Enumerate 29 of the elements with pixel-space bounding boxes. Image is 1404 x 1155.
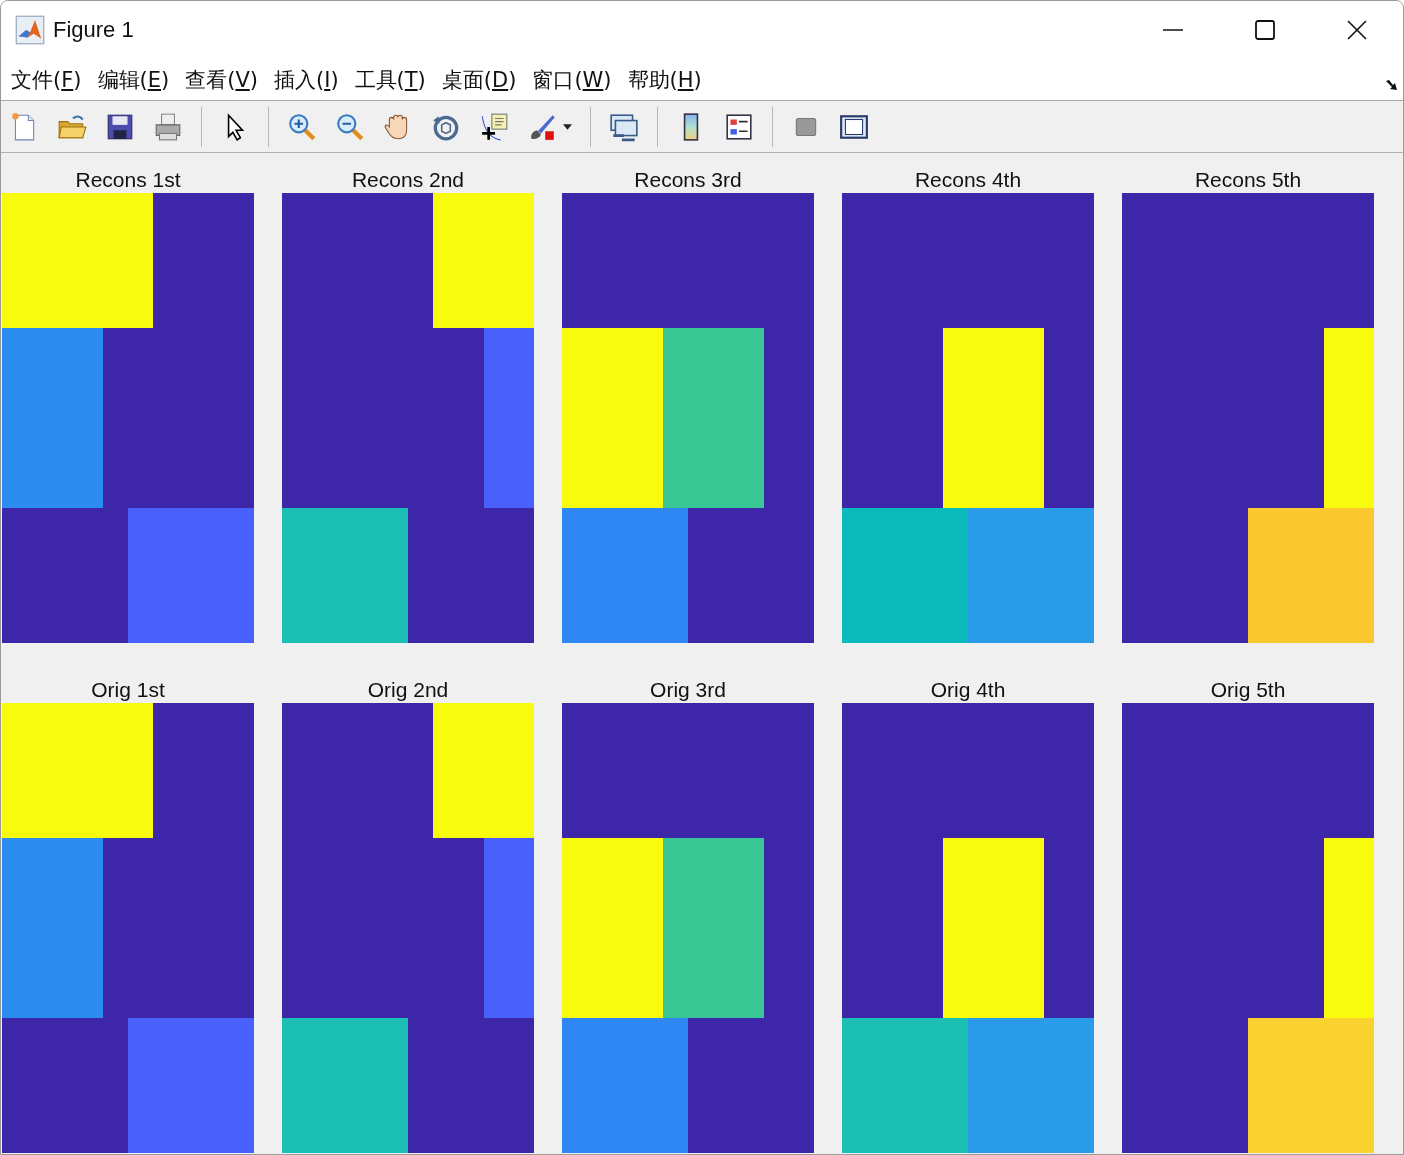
caret-icon[interactable] [563, 123, 572, 130]
plot-title: Recons 3rd [634, 167, 742, 193]
close-icon[interactable] [1347, 20, 1367, 40]
plot-title: Orig 4th [930, 677, 1006, 703]
data-cursor-icon[interactable] [479, 111, 509, 142]
menu-item[interactable]: 工具(T) [354, 65, 426, 94]
app-icon [15, 15, 45, 45]
menu-item[interactable]: 文件(F) [11, 65, 82, 94]
plot-title: Recons 4th [914, 167, 1022, 193]
print-icon[interactable] [153, 111, 183, 142]
zoom-out-icon[interactable] [335, 111, 365, 142]
plot-title: Orig 1st [91, 677, 165, 703]
legend-icon[interactable] [724, 111, 754, 142]
menu-item[interactable]: 桌面(D) [441, 65, 517, 94]
plot-title: Orig 3rd [650, 677, 726, 703]
maximize-icon[interactable] [1255, 20, 1275, 40]
plot-title: Orig 5th [1210, 677, 1286, 703]
zoom-in-icon[interactable] [287, 111, 317, 142]
menu-item[interactable]: 插入(I) [273, 65, 339, 94]
dock-arrow-icon[interactable] [1385, 78, 1399, 91]
plot-title: Recons 1st [75, 167, 181, 193]
menu-item[interactable]: 窗口(W) [532, 65, 612, 94]
menu-item[interactable]: 帮助(H) [627, 65, 702, 94]
menu-item[interactable]: 查看(V) [185, 65, 258, 94]
window-title: Figure 1 [53, 17, 134, 43]
plot-title: Recons 5th [1194, 167, 1302, 193]
plot-title: Recons 2nd [351, 167, 465, 193]
menu-item[interactable]: 编辑(E) [97, 65, 170, 94]
plot-title: Orig 2nd [367, 677, 449, 703]
